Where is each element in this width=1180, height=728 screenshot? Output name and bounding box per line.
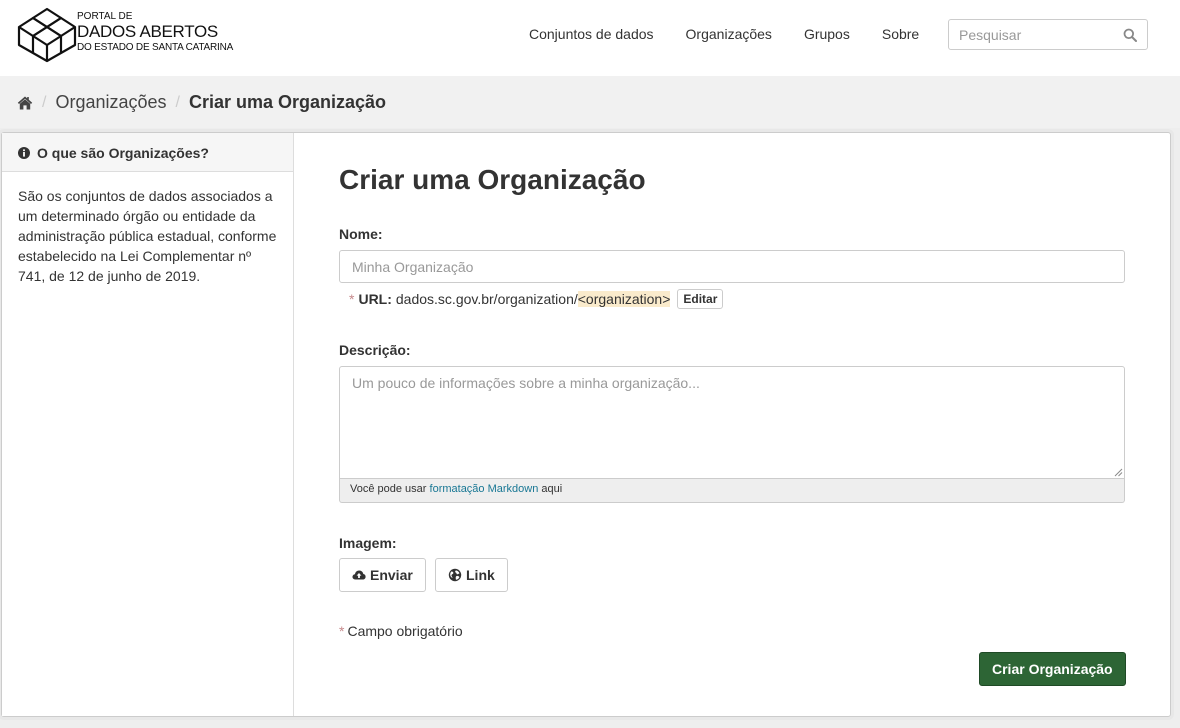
nav-groups[interactable]: Grupos xyxy=(788,26,866,42)
globe-icon xyxy=(448,568,462,582)
home-icon[interactable] xyxy=(17,95,33,111)
image-label: Imagem: xyxy=(339,535,397,551)
logo-line-1: PORTAL DE xyxy=(77,11,133,22)
breadcrumb: / Organizações / Criar uma Organização xyxy=(17,92,386,113)
create-organization-button[interactable]: Criar Organização xyxy=(979,652,1126,686)
site-search xyxy=(948,19,1148,50)
required-note: * Campo obrigatório xyxy=(339,623,463,639)
breadcrumb-organizations[interactable]: Organizações xyxy=(55,92,166,113)
description-label: Descrição: xyxy=(339,342,411,358)
url-label: URL: xyxy=(358,291,392,307)
markdown-note-prefix: Você pode usar xyxy=(350,483,430,495)
upload-button-label: Enviar xyxy=(370,567,413,583)
main-nav: Conjuntos de dados Organizações Grupos S… xyxy=(513,26,935,42)
sidebar: O que são Organizações? São os conjuntos… xyxy=(2,133,294,716)
description-textarea[interactable] xyxy=(339,366,1125,479)
sidebar-heading-text: O que são Organizações? xyxy=(37,144,209,161)
required-mark: * xyxy=(349,291,355,307)
upload-image-button[interactable]: Enviar xyxy=(339,558,426,592)
box-logo-icon xyxy=(17,7,77,63)
markdown-note-suffix: aqui xyxy=(538,483,563,495)
name-input[interactable] xyxy=(339,250,1125,283)
masthead: PORTAL DE DADOS ABERTOS DO ESTADO DE SAN… xyxy=(0,0,1180,76)
breadcrumb-separator: / xyxy=(175,93,180,111)
nav-about[interactable]: Sobre xyxy=(866,26,935,42)
main-wrapper: O que são Organizações? São os conjuntos… xyxy=(1,132,1171,717)
breadcrumb-current[interactable]: Criar uma Organização xyxy=(189,92,386,113)
logo-line-3: DO ESTADO DE SANTA CATARINA xyxy=(77,42,234,53)
search-input[interactable] xyxy=(949,20,1114,49)
page-title: Criar uma Organização xyxy=(339,164,646,195)
search-icon[interactable] xyxy=(1123,28,1137,42)
link-button-label: Link xyxy=(466,567,495,583)
toolbar: / Organizações / Criar uma Organização xyxy=(0,76,1180,128)
url-prefix: dados.sc.gov.br/organization/ xyxy=(395,291,578,307)
link-image-button[interactable]: Link xyxy=(435,558,508,592)
nav-datasets[interactable]: Conjuntos de dados xyxy=(513,26,670,42)
required-note-text: Campo obrigatório xyxy=(347,623,463,639)
required-mark: * xyxy=(339,623,345,639)
markdown-note: Você pode usar formatação Markdown aqui xyxy=(339,479,1125,503)
sidebar-description: São os conjuntos de dados associados a u… xyxy=(18,188,277,284)
cloud-upload-icon xyxy=(352,570,366,580)
logo-line-2: DADOS ABERTOS xyxy=(77,22,218,41)
sidebar-heading: O que são Organizações? xyxy=(2,133,293,172)
url-field: * URL: dados.sc.gov.br/organization/ <or… xyxy=(349,289,724,309)
breadcrumb-separator: / xyxy=(42,93,47,111)
info-circle-icon xyxy=(18,146,30,159)
resize-handle-icon[interactable] xyxy=(1114,468,1123,477)
site-logo[interactable]: PORTAL DE DADOS ABERTOS DO ESTADO DE SAN… xyxy=(17,7,233,63)
name-label: Nome: xyxy=(339,226,383,242)
url-slug: <organization> xyxy=(577,291,671,307)
nav-organizations[interactable]: Organizações xyxy=(670,26,788,42)
markdown-help-link[interactable]: formatação Markdown xyxy=(430,483,539,495)
edit-url-button[interactable]: Editar xyxy=(677,289,724,309)
